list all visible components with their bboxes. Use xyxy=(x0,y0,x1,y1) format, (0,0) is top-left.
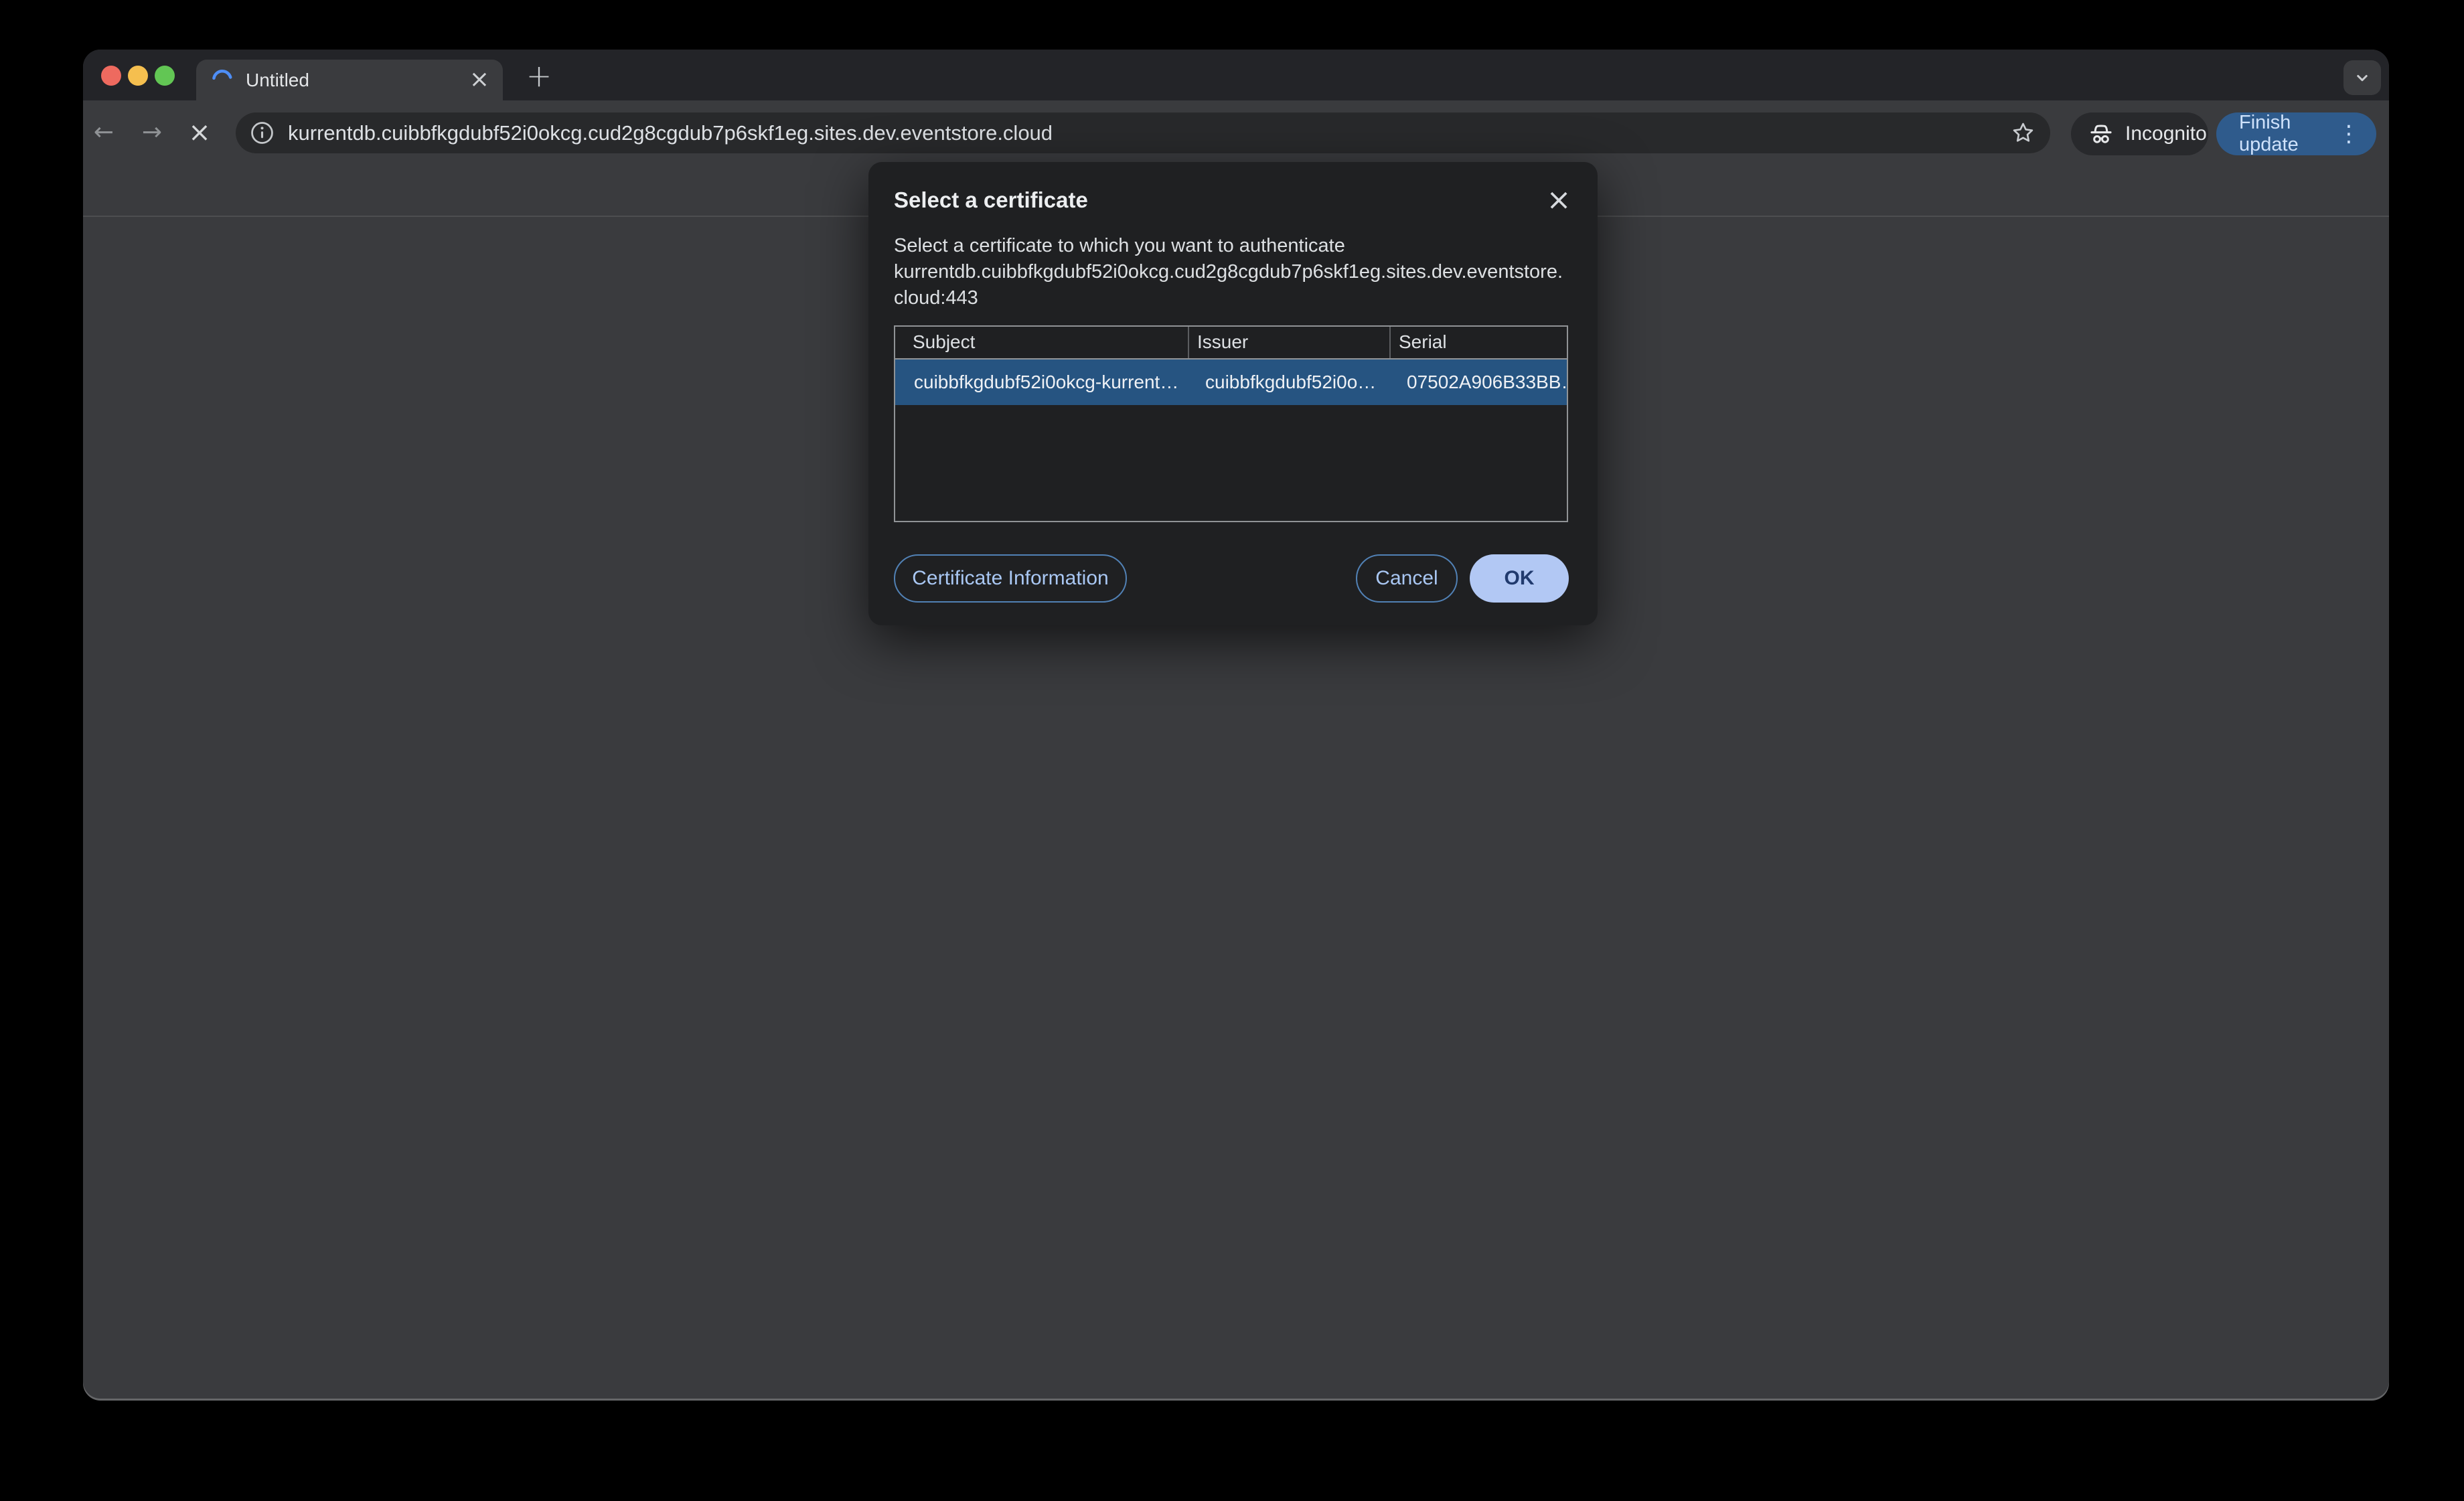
dialog-message: Select a certificate to which you want t… xyxy=(894,235,1563,309)
cert-serial: 07502A906B33BB… xyxy=(1407,372,1567,392)
finish-update-label: Finish update xyxy=(2239,112,2299,155)
dialog-title: Select a certificate xyxy=(894,187,1088,212)
browser-tab[interactable]: Untitled × xyxy=(196,60,503,100)
loading-spinner-icon xyxy=(212,69,233,90)
back-button[interactable]: ← xyxy=(88,116,120,149)
macos-close-button[interactable] xyxy=(101,66,121,86)
macos-zoom-button[interactable] xyxy=(155,66,175,86)
site-info-icon[interactable] xyxy=(249,120,275,146)
table-header-row: Subject Issuer Serial xyxy=(895,327,1567,360)
bookmark-star-icon[interactable] xyxy=(2011,121,2035,145)
certificate-dialog: Select a certificate × Select a certific… xyxy=(868,162,1598,625)
tab-close-icon[interactable]: × xyxy=(467,68,492,93)
chevron-down-icon xyxy=(2357,75,2368,82)
stop-loading-button[interactable]: × xyxy=(183,116,216,149)
incognito-badge: Incognito xyxy=(2071,112,2208,155)
certificate-table: Subject Issuer Serial cuibbfkgdubf52i0ok… xyxy=(894,325,1568,522)
tab-strip: Untitled × + xyxy=(83,50,2389,100)
macos-minimize-button[interactable] xyxy=(128,66,148,86)
cert-issuer: cuibbfkgdubf52i0o… xyxy=(1205,372,1377,392)
finish-update-button[interactable]: Finish update ⋮ xyxy=(2216,112,2376,155)
incognito-icon xyxy=(2090,125,2112,143)
incognito-label: Incognito xyxy=(2125,123,2207,145)
forward-button[interactable]: → xyxy=(136,116,168,149)
dialog-close-icon[interactable]: × xyxy=(1543,185,1575,217)
ok-button[interactable]: OK xyxy=(1470,554,1569,603)
certificate-information-button[interactable]: Certificate Information xyxy=(894,554,1127,603)
cancel-button[interactable]: Cancel xyxy=(1356,554,1458,603)
url-text[interactable]: kurrentdb.cuibbfkgdubf52i0okcg.cud2g8cgd… xyxy=(288,112,1053,153)
new-tab-button[interactable]: + xyxy=(522,59,556,94)
tab-search-button[interactable] xyxy=(2343,60,2381,95)
tab-title: Untitled xyxy=(246,70,309,90)
browser-toolbar: ← → × kurrentdb.cuibbfkgdubf52i0okcg.cud… xyxy=(83,100,2389,217)
address-bar[interactable]: kurrentdb.cuibbfkgdubf52i0okcg.cud2g8cgd… xyxy=(236,112,2050,153)
browser-menu-kebab-icon[interactable]: ⋮ xyxy=(2337,112,2360,155)
certificate-row-selected[interactable]: cuibbfkgdubf52i0okcg-kurrent… cuibbfkgdu… xyxy=(895,360,1567,405)
cert-subject: cuibbfkgdubf52i0okcg-kurrent… xyxy=(914,372,1179,392)
column-header-issuer: Issuer xyxy=(1188,327,1389,358)
column-header-serial: Serial xyxy=(1389,327,1567,358)
column-header-subject: Subject xyxy=(913,331,976,352)
